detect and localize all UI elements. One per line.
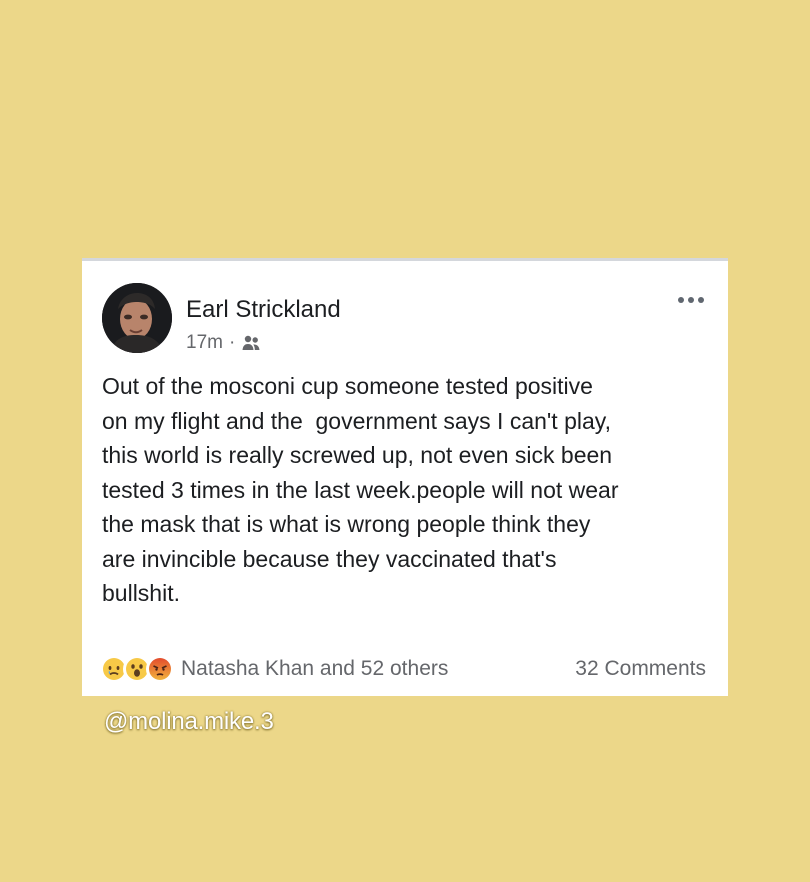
post-card: Earl Strickland 17m · Out of the mosconi… bbox=[82, 258, 728, 696]
more-options-icon bbox=[698, 297, 704, 303]
post-meta: 17m · bbox=[186, 332, 261, 354]
avatar-portrait bbox=[102, 283, 172, 353]
angry-reaction-icon bbox=[146, 655, 174, 683]
meta-separator: · bbox=[228, 332, 236, 353]
reaction-stack[interactable] bbox=[100, 655, 174, 683]
reactions-row: Natasha Khan and 52 others bbox=[100, 653, 448, 685]
more-options-icon bbox=[688, 297, 694, 303]
friends-icon[interactable] bbox=[241, 334, 261, 352]
more-options-button[interactable] bbox=[674, 291, 708, 309]
author-name[interactable]: Earl Strickland bbox=[186, 296, 341, 324]
comments-count[interactable]: 32 Comments bbox=[575, 653, 706, 685]
author-avatar[interactable] bbox=[102, 283, 172, 353]
post-text: Out of the mosconi cup someone tested po… bbox=[102, 373, 619, 606]
more-options-icon bbox=[678, 297, 684, 303]
reaction-names[interactable]: Natasha Khan and 52 others bbox=[181, 657, 448, 681]
post-time[interactable]: 17m bbox=[186, 332, 223, 354]
watermark: @molina.mike.3 bbox=[104, 708, 274, 735]
